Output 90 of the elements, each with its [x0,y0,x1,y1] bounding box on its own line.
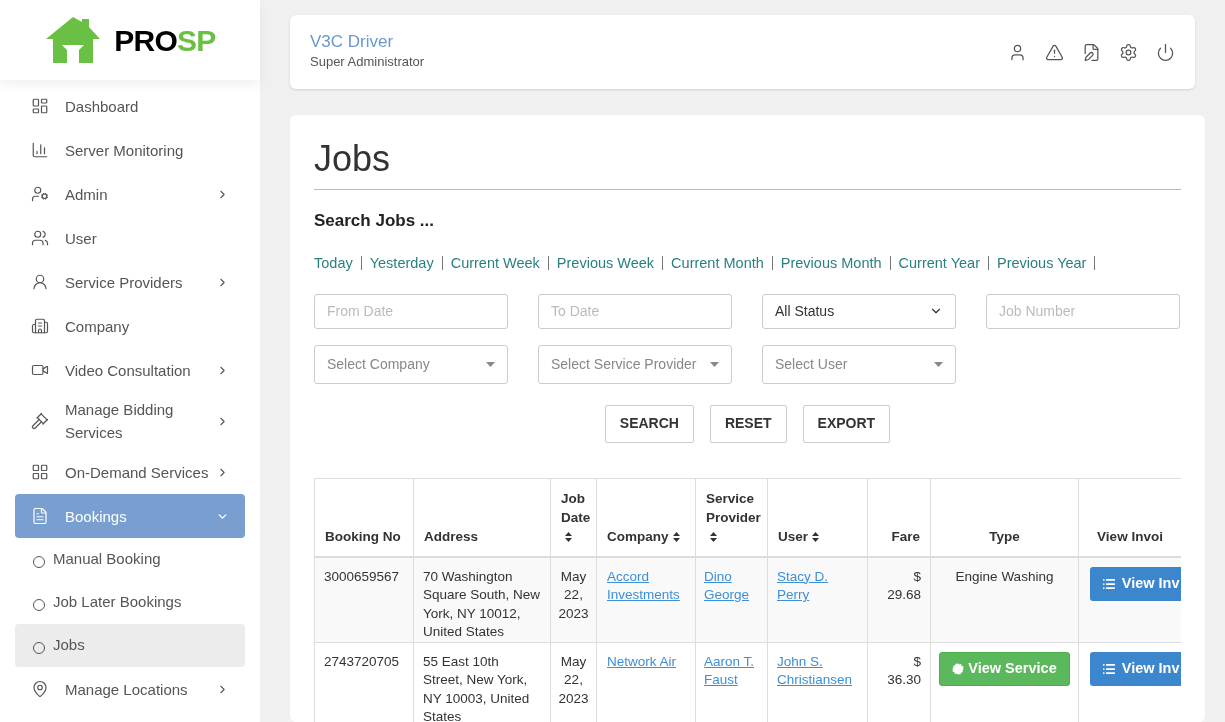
date-range-link[interactable]: Previous Year [988,255,1096,270]
date-range-link[interactable]: Yesterday [361,255,443,270]
caret-down-icon [710,361,719,367]
date-range-link[interactable]: Previous Month [772,255,891,270]
building-icon [31,317,49,335]
column-header[interactable]: Service Provider [695,478,768,557]
sidebar-item[interactable]: Service Providers [15,260,245,304]
sidebar-item[interactable]: Manage Locations [15,667,245,711]
sidebar-label: Dashboard [65,96,140,117]
select-dropdown[interactable]: Select User [762,344,956,384]
sidebar-label: Manage Bidding Services [65,400,175,443]
bar-chart-icon [31,141,49,159]
action-button[interactable]: EXPORT [802,404,891,443]
table-cell: $ 29.68 [867,556,931,642]
date-range-link[interactable]: Previous Week [548,255,664,270]
section-heading: Search Jobs ... [314,210,435,232]
action-button[interactable]: SEARCH [604,404,694,443]
starburst-icon [952,662,965,675]
select-dropdown[interactable]: Select Service Provider [538,344,732,384]
sidebar-label: Server Monitoring [65,140,185,161]
sidebar-label: Company [65,316,131,337]
date-range-link[interactable]: Current Month [663,255,773,270]
sidebar-label: Bookings [65,506,128,527]
list-icon [1101,576,1116,591]
power-icon[interactable] [1156,42,1175,62]
warning-icon[interactable] [1045,42,1064,62]
sidebar-sublabel: Manual Booking [53,549,161,570]
date-range-link[interactable]: Today [314,255,362,270]
column-header[interactable]: Job Date [550,478,597,557]
caret-down-icon [934,361,943,367]
logo-text: PROSP [114,22,216,59]
user-settings-icon [31,185,49,203]
document-icon [31,507,49,525]
sidebar-subitem[interactable]: Job Later Bookings [15,581,245,624]
user-name: V3C Driver [310,32,395,53]
date-range-link[interactable]: Current Year [890,255,989,270]
column-header: Type [930,478,1079,557]
text-field[interactable]: To Date [538,293,732,329]
house-logo-icon [44,15,103,65]
sidebar-label: Video Consultation [65,360,192,381]
grid-icon [31,463,49,481]
sidebar-label: On-Demand Services [65,462,210,483]
sidebar-label: Manage Locations [65,679,189,700]
map-pin-icon [31,680,49,698]
sidebar-sublabel: Jobs [53,635,85,656]
column-header[interactable]: Company [596,478,696,557]
sidebar-subitem[interactable]: Jobs [15,624,245,667]
sidebar-item[interactable]: Server Monitoring [15,128,245,172]
action-button[interactable]: RESET [709,404,787,443]
column-header[interactable]: User [767,478,868,557]
select-dropdown[interactable]: Select Company [314,344,508,384]
sidebar-label: Admin [65,184,109,205]
sidebar-item[interactable]: Dashboard [15,84,245,128]
column-header: Booking No [314,478,414,557]
user-role: Super Administrator [310,53,425,72]
status-dropdown[interactable]: All Status [762,293,956,329]
sidebar-item[interactable]: Manage Bidding Services [15,392,245,450]
gavel-icon [31,412,49,430]
caret-down-icon [486,361,495,367]
view-invoice-button[interactable]: View Inv [1089,566,1181,601]
table-cell: 3000659567 [314,556,414,642]
table-cell: 70 Washington Square South, New York, NY 10012, United States [413,556,551,642]
sidebar-label: User [65,228,98,249]
column-header: View Invoi [1078,478,1181,557]
text-field[interactable]: Job Number [986,293,1180,329]
sidebar-item[interactable]: Company [15,304,245,348]
settings-icon[interactable] [1119,42,1138,62]
view-invoice-button[interactable]: View Inv [1089,651,1181,686]
text-field[interactable]: From Date [314,293,508,329]
edit-document-icon[interactable] [1082,42,1101,62]
table-cell: 2743720705 [314,642,414,722]
column-header: Fare [867,478,931,557]
sidebar-item[interactable]: Admin [15,172,245,216]
sidebar-label: Service Providers [65,272,184,293]
sidebar-subitem[interactable]: Manual Booking [15,538,245,581]
sidebar-item[interactable]: On-Demand Services [15,450,245,494]
dashboard-icon [31,97,49,115]
sidebar-item[interactable]: Video Consultation [15,348,245,392]
service-type: Engine Washing [955,568,1054,584]
sidebar-item[interactable]: User [15,216,245,260]
page-title: Jobs [314,137,1181,190]
table-cell: May 22, 2023 [550,556,597,642]
users-icon [31,229,49,247]
profile-icon[interactable] [1008,42,1027,62]
column-header: Address [413,478,551,557]
list-icon [1101,661,1116,676]
person-icon [31,273,49,291]
sidebar-sublabel: Job Later Bookings [53,592,182,613]
date-range-link[interactable]: Current Week [442,255,549,270]
company-link[interactable]: Network Air [607,652,677,671]
